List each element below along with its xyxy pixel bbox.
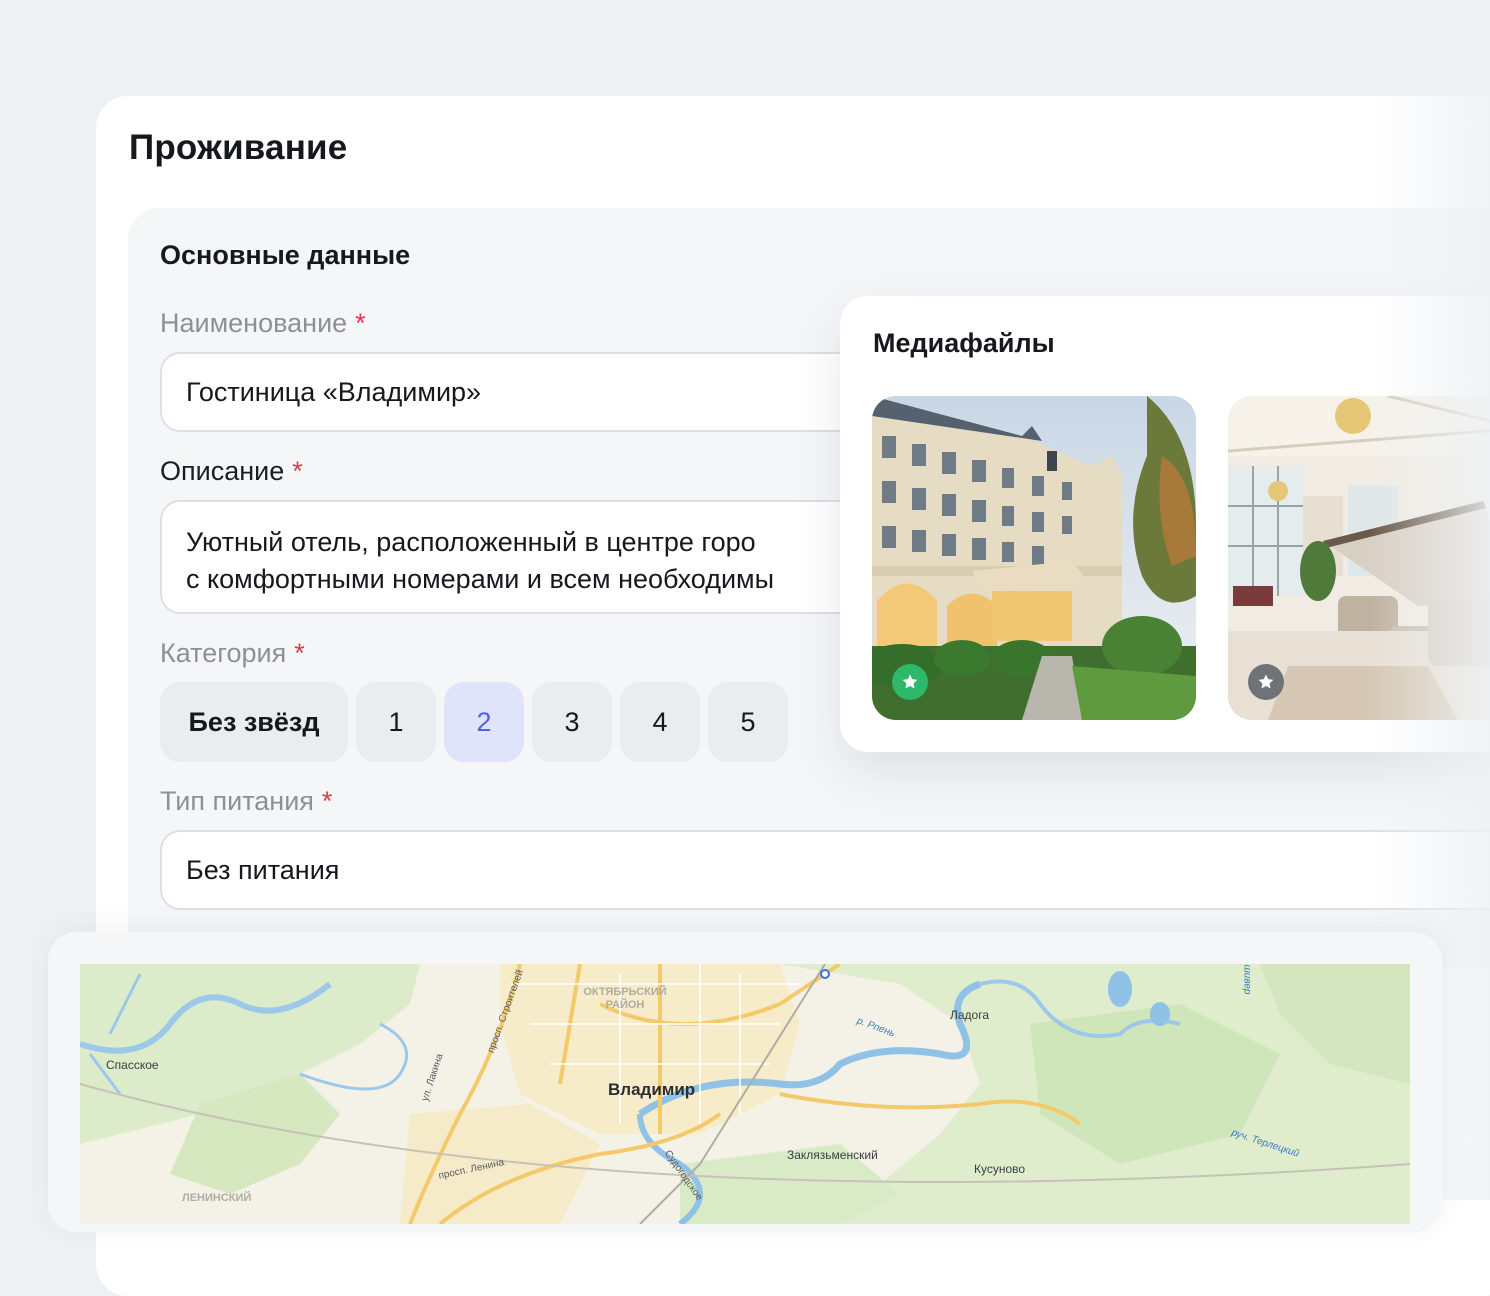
description-label: Описание * xyxy=(160,456,303,486)
star-icon xyxy=(902,674,918,689)
page-title: Проживание xyxy=(129,128,348,167)
map-label-leninsky: ЛЕНИНСКИЙ xyxy=(182,1192,252,1204)
map-tiles xyxy=(80,964,1410,1224)
category-label: Категория * xyxy=(160,638,305,668)
category-option-3[interactable]: 3 xyxy=(532,682,612,762)
required-mark: * xyxy=(321,786,333,816)
category-option-5[interactable]: 5 xyxy=(708,682,788,762)
map-label-zaklyazm: Заклязьменский xyxy=(787,1148,878,1162)
category-option-1[interactable]: 1 xyxy=(356,682,436,762)
location-map[interactable]: Спасское ОКТЯБРЬСКИЙ РАЙОН Владимир Ладо… xyxy=(80,964,1410,1224)
name-input[interactable]: Гостиница «Владимир» xyxy=(160,352,920,432)
star-icon xyxy=(1258,674,1274,689)
media-title: Медиафайлы xyxy=(873,328,1055,358)
set-main-photo-badge[interactable] xyxy=(1248,664,1284,700)
map-label-district: ОКТЯБРЬСКИЙ РАЙОН xyxy=(583,986,667,1011)
required-mark: * xyxy=(294,638,305,668)
category-option-2[interactable]: 2 xyxy=(444,682,524,762)
meal-type-value: Без питания xyxy=(186,854,340,885)
description-line: с комфортными номерами и всем необходимы xyxy=(186,564,775,594)
required-mark: * xyxy=(292,456,303,486)
category-option-no-stars[interactable]: Без звёзд xyxy=(160,682,348,762)
map-label-shiver: шивер xyxy=(1241,964,1253,995)
required-mark: * xyxy=(355,308,366,338)
section-title: Основные данные xyxy=(160,240,411,270)
map-label-kusunovo: Кусуново xyxy=(974,1162,1026,1176)
main-photo-badge[interactable] xyxy=(892,664,928,700)
map-label-spasskoe: Спасское xyxy=(106,1058,159,1072)
meal-type-select[interactable]: Без питания xyxy=(160,830,1490,910)
map-label-ladoga: Ладога xyxy=(950,1008,990,1022)
description-line: Уютный отель, расположенный в центре гор… xyxy=(186,527,756,557)
description-textarea[interactable]: Уютный отель, расположенный в центре гор… xyxy=(160,500,920,614)
name-value: Гостиница «Владимир» xyxy=(186,376,482,407)
photo-hotel-exterior[interactable] xyxy=(872,396,1196,720)
category-option-4[interactable]: 4 xyxy=(620,682,700,762)
photo-hotel-lobby[interactable] xyxy=(1228,396,1490,720)
meal-type-label: Тип питания * xyxy=(160,786,333,816)
map-label-city: Владимир xyxy=(608,1080,696,1099)
name-label: Наименование * xyxy=(160,308,366,338)
